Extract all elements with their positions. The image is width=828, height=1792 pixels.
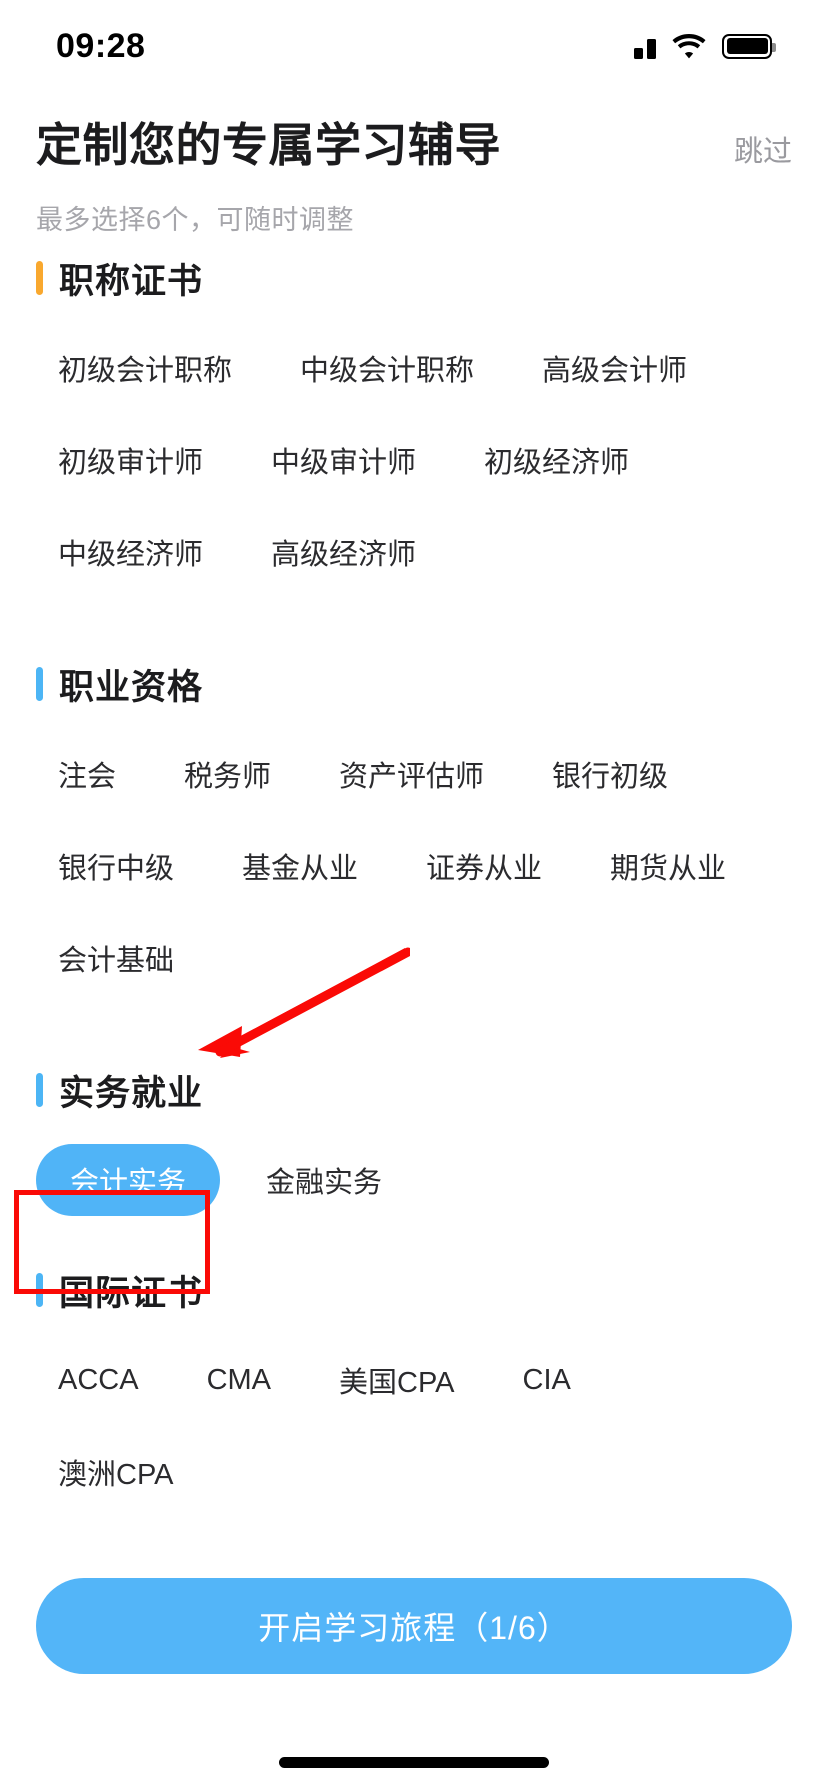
section-professional-qualifications: 职业资格 注会 税务师 资产评估师 银行初级 银行中级 基金从业 证券从业 期货… [0,654,828,1004]
chip-option[interactable]: 高级经济师 [249,516,438,588]
section-title: 职称证书 [59,261,204,301]
accent-bar-icon [36,1273,43,1307]
section-title: 实务就业 [59,1073,204,1113]
chip-grid: ACCA CMA 美国CPA CIA 澳洲CPA [36,1334,792,1518]
page-header: 定制您的专属学习辅导 跳过 [0,118,828,173]
chip-option[interactable]: 初级会计职称 [36,332,254,404]
chip-option[interactable]: ACCA [36,1344,161,1416]
chip-option[interactable]: 澳洲CPA [36,1436,195,1508]
chip-option[interactable]: 中级经济师 [36,516,225,588]
chip-grid: 初级会计职称 中级会计职称 高级会计师 初级审计师 中级审计师 初级经济师 中级… [36,322,792,598]
section-title: 职业资格 [59,667,204,707]
status-time: 09:28 [56,26,146,65]
section-title: 国际证书 [59,1273,204,1313]
chip-option[interactable]: 银行初级 [530,738,690,810]
chip-option[interactable]: 初级经济师 [462,424,651,496]
chip-grid: 会计实务 金融实务 [36,1134,792,1226]
chip-option[interactable]: 中级会计职称 [278,332,496,404]
cellular-signal-icon [634,33,656,59]
chip-option[interactable]: 注会 [36,738,138,810]
chip-option[interactable]: 初级审计师 [36,424,225,496]
chip-option[interactable]: 美国CPA [317,1344,476,1416]
page-subtitle: 最多选择6个，可随时调整 [36,205,355,235]
chip-option[interactable]: 税务师 [162,738,293,810]
chip-option[interactable]: CIA [501,1344,593,1416]
page-title: 定制您的专属学习辅导 [36,119,501,171]
start-learning-button[interactable]: 开启学习旅程（1/6） [36,1578,792,1674]
section-header: 职称证书 [36,248,792,308]
home-indicator [279,1757,549,1768]
chip-option[interactable]: 银行中级 [36,830,196,902]
battery-full-icon [722,33,776,59]
chip-option[interactable]: 中级审计师 [249,424,438,496]
accent-bar-icon [36,1073,43,1107]
chip-option[interactable]: 期货从业 [588,830,748,902]
chip-option-selected[interactable]: 会计实务 [36,1144,221,1216]
section-practical-employment: 实务就业 会计实务 金融实务 [0,1060,828,1226]
chip-option[interactable]: 基金从业 [220,830,380,902]
chip-option[interactable]: 资产评估师 [317,738,506,810]
chip-grid: 注会 税务师 资产评估师 银行初级 银行中级 基金从业 证券从业 期货从业 会计… [36,728,792,1004]
phone-screen: 09:28 定制您的专属学习辅导 跳过 最多选择6个，可随时调整 职称证书 初级… [0,0,828,1792]
wifi-icon [672,33,706,59]
section-job-title-certificates: 职称证书 初级会计职称 中级会计职称 高级会计师 初级审计师 中级审计师 初级经… [0,248,828,598]
cta-container: 开启学习旅程（1/6） [0,1578,828,1674]
accent-bar-icon [36,667,43,701]
category-list: 职称证书 初级会计职称 中级会计职称 高级会计师 初级审计师 中级审计师 初级经… [0,248,828,1518]
status-icons [634,33,776,59]
section-international-certificates: 国际证书 ACCA CMA 美国CPA CIA 澳洲CPA [0,1260,828,1518]
section-header: 职业资格 [36,654,792,714]
chip-option[interactable]: 会计基础 [36,922,196,994]
chip-option[interactable]: 高级会计师 [520,332,709,404]
chip-option[interactable]: 金融实务 [244,1144,404,1216]
chip-option[interactable]: 证券从业 [404,830,564,902]
status-bar: 09:28 [0,0,828,92]
chip-option[interactable]: CMA [185,1344,293,1416]
section-header: 国际证书 [36,1260,792,1320]
accent-bar-icon [36,261,43,295]
skip-button[interactable]: 跳过 [734,128,792,170]
section-header: 实务就业 [36,1060,792,1120]
